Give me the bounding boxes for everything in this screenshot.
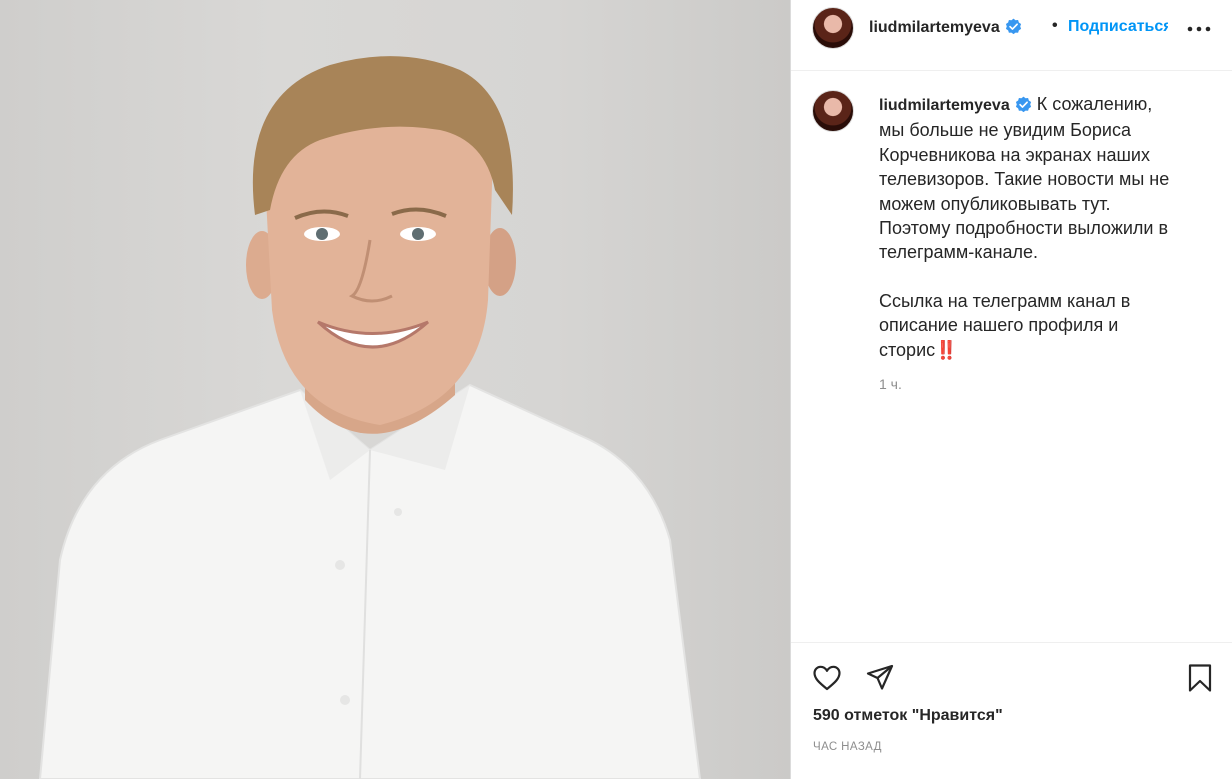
- caption-line: сторис‼️: [879, 339, 958, 360]
- more-options-icon[interactable]: [1184, 14, 1214, 40]
- caption-line: мы больше не увидим Бориса: [879, 120, 1131, 141]
- caption-blank-line: [879, 265, 1209, 289]
- post-header: liudmilartemyeva • Подписаться: [791, 0, 1232, 71]
- verified-badge-icon: [1005, 18, 1021, 35]
- caption-line: можем опубликовывать тут.: [879, 193, 1111, 214]
- comment-timestamp[interactable]: 1 ч.: [879, 372, 1209, 396]
- post-date: ЧАС НАЗАД: [813, 741, 882, 753]
- portrait-illustration: [38, 56, 702, 779]
- bookmark-icon[interactable]: [1185, 663, 1215, 693]
- caption-line: телевизоров. Такие новости мы не: [879, 169, 1170, 190]
- author-avatar[interactable]: [812, 7, 854, 49]
- caption-line: Ссылка на телеграмм канал в: [879, 290, 1131, 311]
- post-sidebar: liudmilartemyeva • Подписаться liudmilar…: [790, 0, 1232, 779]
- author-username-link[interactable]: liudmilartemyeva: [869, 18, 1022, 37]
- instagram-post-view: liudmilartemyeva • Подписаться liudmilar…: [0, 0, 1232, 779]
- follow-button[interactable]: Подписаться: [1068, 18, 1168, 36]
- action-bar: 590 отметок "Нравится" ЧАС НАЗАД: [791, 642, 1232, 780]
- caption-line-1: liudmilartemyeva К сожалению,: [879, 92, 1209, 118]
- caption-line: Корчевникова на экранах наших: [879, 144, 1150, 165]
- paper-plane-icon[interactable]: [865, 663, 895, 693]
- heart-icon[interactable]: [812, 663, 842, 693]
- author-username: liudmilartemyeva: [869, 19, 1000, 36]
- caption-line: описание нашего профиля и: [879, 315, 1119, 336]
- verified-badge-icon: [1015, 96, 1031, 113]
- caption-line: телеграмм-канале.: [879, 242, 1039, 263]
- caption-author-username[interactable]: liudmilartemyeva: [879, 97, 1010, 114]
- post-photo[interactable]: [0, 0, 790, 779]
- caption-line: Поэтому подробности выложили в: [879, 218, 1169, 239]
- caption-text-start: К сожалению,: [1036, 94, 1153, 114]
- likes-count[interactable]: 590 отметок "Нравится": [813, 707, 1003, 725]
- caption-author-avatar[interactable]: [812, 90, 854, 132]
- caption-body: liudmilartemyeva К сожалению, мы больше …: [879, 92, 1209, 396]
- header-separator-dot: •: [1052, 17, 1058, 34]
